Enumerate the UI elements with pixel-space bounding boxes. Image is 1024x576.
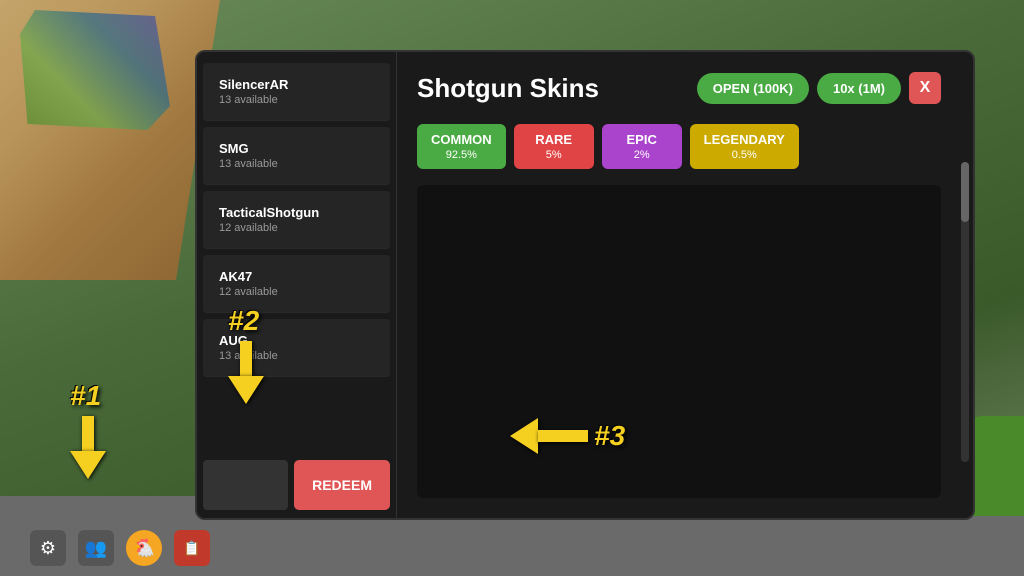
rarity-common-pct: 92.5% — [431, 149, 492, 161]
skins-content-area — [417, 185, 941, 498]
annotation-2: #2 — [228, 305, 264, 404]
weapon-available: 13 available — [219, 158, 374, 170]
rarity-rare-badge[interactable]: RARE 5% — [514, 124, 594, 169]
header-row: Shotgun Skins OPEN (100K) 10x (1M) X — [417, 72, 941, 104]
weapon-name: SMG — [219, 141, 374, 156]
annotation-1: #1 — [70, 380, 106, 479]
bottom-toolbar: ⚙ 👥 🐔 📋 — [30, 530, 210, 566]
rarity-legendary-pct: 0.5% — [704, 149, 785, 161]
rarity-row: COMMON 92.5% RARE 5% EPIC 2% LEGENDARY 0… — [417, 124, 941, 169]
arrow-2-down — [228, 341, 264, 404]
weapon-name: AK47 — [219, 269, 374, 284]
rarity-common-name: COMMON — [431, 132, 492, 147]
sidebar-item-tacticalshotgun[interactable]: TacticalShotgun 12 available — [203, 191, 390, 249]
sidebar-bottom-area: REDEEM — [197, 452, 396, 518]
chicken-icon[interactable]: 🐔 — [126, 530, 162, 566]
close-button[interactable]: X — [909, 72, 941, 104]
rarity-epic-badge[interactable]: EPIC 2% — [602, 124, 682, 169]
graffiti-background — [20, 10, 170, 130]
sidebar-item-silencerar[interactable]: SilencerAR 13 available — [203, 63, 390, 121]
rarity-epic-pct: 2% — [616, 149, 668, 161]
badge-icon[interactable]: 📋 — [174, 530, 210, 566]
arrow-1-down — [70, 416, 106, 479]
rarity-legendary-name: LEGENDARY — [704, 132, 785, 147]
weapon-name: TacticalShotgun — [219, 205, 374, 220]
main-content-area: Shotgun Skins OPEN (100K) 10x (1M) X COM… — [397, 52, 961, 518]
rarity-common-badge[interactable]: COMMON 92.5% — [417, 124, 506, 169]
page-title: Shotgun Skins — [417, 73, 599, 104]
open-button[interactable]: OPEN (100K) — [697, 73, 809, 104]
redeem-button[interactable]: REDEEM — [294, 460, 390, 510]
sidebar-item-smg[interactable]: SMG 13 available — [203, 127, 390, 185]
gear-icon[interactable]: ⚙ — [30, 530, 66, 566]
weapon-sidebar: SilencerAR 13 available SMG 13 available… — [197, 52, 397, 518]
rarity-epic-name: EPIC — [616, 132, 668, 147]
skin-slot-1 — [203, 460, 288, 510]
weapon-available: 12 available — [219, 286, 374, 298]
group-icon[interactable]: 👥 — [78, 530, 114, 566]
weapon-name: SilencerAR — [219, 77, 374, 92]
weapon-available: 13 available — [219, 94, 374, 106]
scrollbar[interactable] — [961, 162, 969, 462]
rarity-rare-name: RARE — [528, 132, 580, 147]
arrow-3-left — [510, 418, 588, 454]
open10-button[interactable]: 10x (1M) — [817, 73, 901, 104]
annotation-3: #3 — [510, 418, 619, 454]
header-buttons: OPEN (100K) 10x (1M) X — [697, 72, 941, 104]
weapon-available: 12 available — [219, 222, 374, 234]
rarity-legendary-badge[interactable]: LEGENDARY 0.5% — [690, 124, 799, 169]
scrollbar-thumb[interactable] — [961, 162, 969, 222]
rarity-rare-pct: 5% — [528, 149, 580, 161]
